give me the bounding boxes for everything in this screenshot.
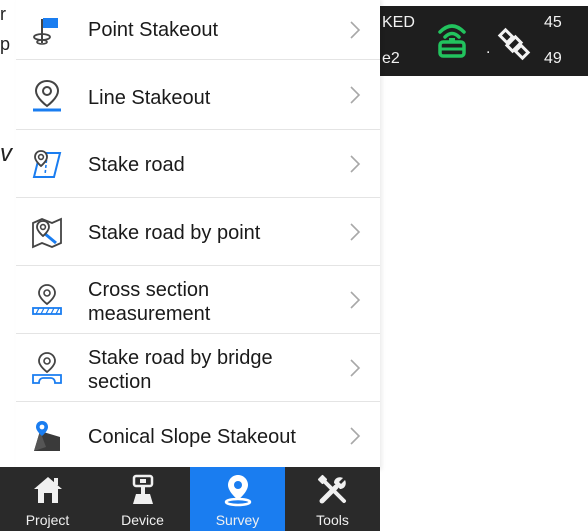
chevron-right-icon	[350, 291, 361, 309]
menu-item-label: Cross section measurement	[88, 279, 211, 325]
menu-item-stake-road-by-bridge-section[interactable]: Stake road by bridge section	[16, 334, 380, 402]
chevron-right-icon	[350, 21, 361, 39]
gnss-device-icon	[132, 474, 153, 504]
app-screen: r p v KED e2 . 45 49 Point Stakeout Line…	[0, 0, 588, 531]
satellites-visible-count: 49	[544, 50, 562, 67]
chevron-right-icon	[350, 223, 361, 241]
satellite-icon[interactable]	[494, 24, 534, 64]
road-map-pin-icon	[30, 147, 64, 181]
location-pin-icon	[30, 78, 64, 112]
menu-item-line-stakeout[interactable]: Line Stakeout	[16, 60, 380, 130]
chevron-right-icon	[350, 359, 361, 377]
menu-item-cross-section-measurement[interactable]: Cross section measurement	[16, 266, 380, 334]
chevron-right-icon	[350, 427, 361, 445]
menu-item-label: Stake road by point	[88, 222, 261, 244]
menu-item-point-stakeout[interactable]: Point Stakeout	[16, 0, 380, 60]
menu-item-label: Stake road by bridge section	[88, 347, 273, 393]
chevron-right-icon	[350, 86, 361, 104]
menu-item-label: Conical Slope Stakeout	[88, 426, 296, 448]
chevron-right-icon	[350, 155, 361, 173]
tab-label: Project	[25, 512, 70, 528]
tab-label: Device	[121, 512, 164, 528]
separator-dot: .	[486, 40, 491, 57]
tab-survey[interactable]: Survey	[190, 467, 285, 531]
stakeout-menu: Point Stakeout Line Stakeout Stake road …	[16, 0, 380, 470]
menu-item-label: Stake road	[88, 154, 185, 176]
flag-pin-icon	[30, 13, 64, 47]
rtk-receiver-icon[interactable]	[434, 22, 470, 62]
background-text: v	[0, 140, 12, 167]
tab-label: Tools	[316, 512, 349, 528]
status-bar: KED e2 . 45 49	[370, 6, 588, 76]
survey-pin-icon	[224, 475, 251, 507]
mode-text: e2	[382, 50, 400, 67]
tab-device[interactable]: Device	[95, 467, 190, 531]
tab-tools[interactable]: Tools	[285, 467, 380, 531]
menu-item-conical-slope-stakeout[interactable]: Conical Slope Stakeout	[16, 402, 380, 470]
solution-status-text: KED	[382, 14, 415, 31]
menu-item-stake-road[interactable]: Stake road	[16, 130, 380, 198]
home-icon	[33, 477, 62, 503]
menu-item-stake-road-by-point[interactable]: Stake road by point	[16, 198, 380, 266]
bottom-nav-bar: Project Device Survey Tools	[0, 467, 380, 531]
bridge-section-icon	[30, 351, 64, 385]
tools-icon	[317, 474, 346, 504]
map-point-icon	[30, 215, 64, 249]
cross-section-icon	[30, 283, 64, 317]
tab-project[interactable]: Project	[0, 467, 95, 531]
background-text: r	[0, 4, 6, 24]
menu-item-label: Line Stakeout	[88, 87, 211, 109]
conical-slope-icon	[30, 419, 64, 453]
satellites-used-count: 45	[544, 14, 562, 31]
menu-item-label: Point Stakeout	[88, 19, 219, 41]
background-text: p	[0, 34, 11, 54]
tab-label: Survey	[215, 512, 260, 528]
